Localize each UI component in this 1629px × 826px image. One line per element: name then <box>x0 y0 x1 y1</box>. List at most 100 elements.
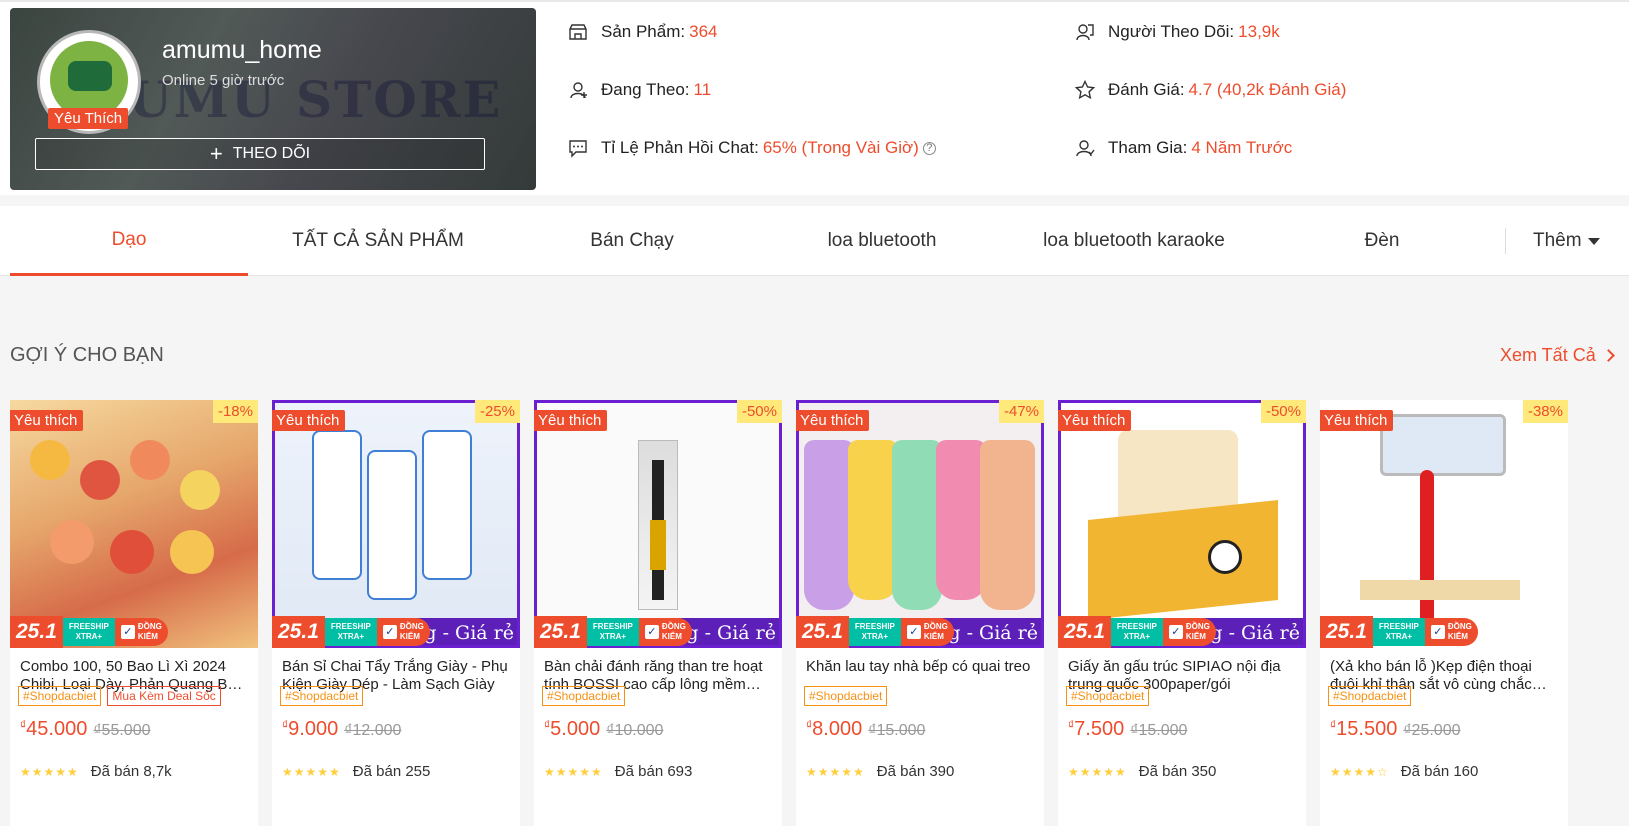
xtra-label: XTRA+ <box>1385 632 1413 641</box>
product-card[interactable]: Đồ gia dụng - Giá rẻ -50% Yêu thích 25.1… <box>534 400 782 826</box>
tab-divider <box>1505 228 1506 254</box>
product-tag: #Shopdacbiet <box>18 686 102 706</box>
product-tags: #Shopdacbiet <box>1328 686 1412 706</box>
promo-number: 25.1 <box>1058 616 1111 648</box>
product-tags: #Shopdacbiet <box>804 686 888 706</box>
tab-den[interactable]: Đèn <box>1258 206 1506 276</box>
product-price: ₫8.000 ₫15.000 <box>806 718 925 741</box>
freeship-label: FREESHIP <box>854 622 895 631</box>
discount-badge: -18% <box>212 400 258 423</box>
image-art <box>80 460 120 500</box>
sold-count: Đã bán 693 <box>614 763 693 780</box>
product-tags: #Shopdacbiet <box>1066 686 1150 706</box>
product-price: ₫15.500 ₫25.000 <box>1330 718 1461 741</box>
image-art <box>50 520 94 564</box>
image-art <box>170 530 214 574</box>
kiem-label: KIỂM <box>1185 632 1206 641</box>
stat-label: Tỉ Lệ Phản Hồi Chat: <box>601 138 759 157</box>
see-all-link[interactable]: Xem Tất Cả <box>1500 345 1615 366</box>
follow-button[interactable]: + THEO DÕI <box>35 138 485 170</box>
product-rating: ★★★★★ Đã bán 350 <box>1068 763 1216 780</box>
product-card[interactable]: Đồ gia dụng - Giá rẻ -25% Yêu thích 25.1… <box>272 400 520 826</box>
tab-all-products[interactable]: TẤT CẢ SẢN PHẨM <box>258 206 498 276</box>
product-image[interactable]: Đồ gia dụng - Giá rẻ -50% Yêu thích 25.1… <box>534 400 782 648</box>
product-tags: #Shopdacbiet <box>542 686 626 706</box>
image-art <box>804 440 854 610</box>
promo-number: 25.1 <box>272 616 325 648</box>
shop-online-status: Online 5 giờ trước <box>162 72 285 89</box>
original-price: ₫10.000 <box>606 722 664 739</box>
help-icon[interactable]: ? <box>922 141 936 155</box>
product-price: ₫9.000 ₫12.000 <box>282 718 401 741</box>
stat-value: 4.7 (40,2k Đánh Giá) <box>1188 80 1347 99</box>
product-tag: #Shopdacbiet <box>542 686 626 706</box>
dong-kiem-badge: ✓ ĐỒNG KIỂM <box>900 618 954 646</box>
product-tags: #Shopdacbiet Mua Kèm Deal Sốc <box>18 686 221 706</box>
favorite-badge: Yêu thích <box>1320 410 1394 431</box>
kiem-label: KIỂM <box>923 632 944 641</box>
tab-more[interactable]: Thêm <box>1533 206 1600 276</box>
freeship-label: FREESHIP <box>330 622 371 631</box>
dong-label: ĐỒNG <box>1447 622 1472 631</box>
stat-label: Đang Theo: <box>601 80 690 99</box>
shop-card: UMU STORE Yêu Thích amumu_home Online 5 … <box>10 8 536 190</box>
discount-badge: -47% <box>998 400 1044 423</box>
product-image[interactable]: -18% Yêu thích 25.1 FREESHIP XTRA+ ✓ ĐỒNG K… <box>10 400 258 648</box>
promo-badge: 25.1 FREESHIP XTRA+ ✓ ĐỒNG KIỂM <box>1320 616 1478 648</box>
current-price: ₫45.000 <box>20 718 87 741</box>
see-all-label: Xem Tất Cả <box>1500 345 1596 365</box>
product-rating: ★★★★★ Đã bán 390 <box>806 763 954 780</box>
dong-kiem-badge: ✓ ĐỒNG KIỂM <box>114 618 168 646</box>
current-price: ₫5.000 <box>544 718 600 741</box>
product-image[interactable]: Đồ gia dụng - Giá rẻ -50% Yêu thích 25.1… <box>1058 400 1306 648</box>
shop-tabs: Dạo TẤT CẢ SẢN PHẨM Bán Chạy loa bluetoo… <box>0 206 1629 276</box>
tab-loa-bluetooth-karaoke[interactable]: loa bluetooth karaoke <box>1010 206 1258 276</box>
stat-label: Đánh Giá: <box>1108 80 1185 99</box>
favorite-badge: Yêu thích <box>1058 410 1132 431</box>
freeship-badge: FREESHIP XTRA+ <box>1372 618 1425 646</box>
stat-rating: Đánh Giá: 4.7 (40,2k Đánh Giá) <box>1074 79 1346 101</box>
product-card[interactable]: -18% Yêu thích 25.1 FREESHIP XTRA+ ✓ ĐỒNG K… <box>10 400 258 826</box>
chevron-right-icon <box>1601 349 1615 362</box>
dong-label: ĐỒNG <box>137 622 162 631</box>
dong-kiem-badge: ✓ ĐỒNG KIỂM <box>376 618 430 646</box>
promo-number: 25.1 <box>534 616 587 648</box>
product-image[interactable]: Đồ gia dụng - Giá rẻ -47% Yêu thích 25.1… <box>796 400 1044 648</box>
section-title: GỢI Ý CHO BẠN <box>10 344 164 366</box>
current-price: ₫15.500 <box>1330 718 1397 741</box>
favorite-badge: Yêu thích <box>10 410 84 431</box>
price-value: 15.500 <box>1336 718 1398 740</box>
product-card[interactable]: Đồ gia dụng - Giá rẻ -50% Yêu thích 25.1… <box>1058 400 1306 826</box>
stat-value: 364 <box>689 22 718 41</box>
product-card[interactable]: Đồ gia dụng - Giá rẻ -47% Yêu thích 25.1… <box>796 400 1044 826</box>
xtra-label: XTRA+ <box>1123 632 1151 641</box>
shop-header: UMU STORE Yêu Thích amumu_home Online 5 … <box>0 0 1629 195</box>
image-art <box>30 440 70 480</box>
check-icon: ✓ <box>120 625 135 639</box>
image-art <box>1360 580 1520 600</box>
stat-value: 4 Năm Trước <box>1191 138 1293 157</box>
image-art <box>892 440 942 610</box>
freeship-badge: FREESHIP XTRA+ <box>62 618 115 646</box>
product-image[interactable]: -38% Yêu thích 25.1 FREESHIP XTRA+ ✓ ĐỒNG K… <box>1320 400 1568 648</box>
image-art <box>848 440 898 600</box>
tab-dao[interactable]: Dạo <box>10 206 248 276</box>
stat-label: Tham Gia: <box>1108 138 1188 157</box>
star-rating-icon: ★★★★★ <box>806 764 865 779</box>
original-price: ₫15.000 <box>1130 722 1188 739</box>
star-rating-icon: ★★★★★ <box>1068 764 1127 779</box>
tab-loa-bluetooth[interactable]: loa bluetooth <box>758 206 1006 276</box>
image-art <box>1208 540 1242 574</box>
check-icon: ✓ <box>382 625 397 639</box>
discount-badge: -50% <box>1260 400 1306 423</box>
promo-number: 25.1 <box>1320 616 1373 648</box>
dong-label: ĐỒNG <box>1185 622 1210 631</box>
stat-chat-response: Tỉ Lệ Phản Hồi Chat: 65% (Trong Vài Giờ)… <box>567 137 936 159</box>
chat-icon <box>567 137 589 159</box>
tab-best-selling[interactable]: Bán Chạy <box>508 206 756 276</box>
dong-label: ĐỒNG <box>661 622 686 631</box>
product-card[interactable]: -38% Yêu thích 25.1 FREESHIP XTRA+ ✓ ĐỒNG K… <box>1320 400 1568 826</box>
product-image[interactable]: Đồ gia dụng - Giá rẻ -25% Yêu thích 25.1… <box>272 400 520 648</box>
star-rating-icon: ★★★★★ <box>20 764 79 779</box>
product-rating: ★★★★★ Đã bán 693 <box>544 763 692 780</box>
